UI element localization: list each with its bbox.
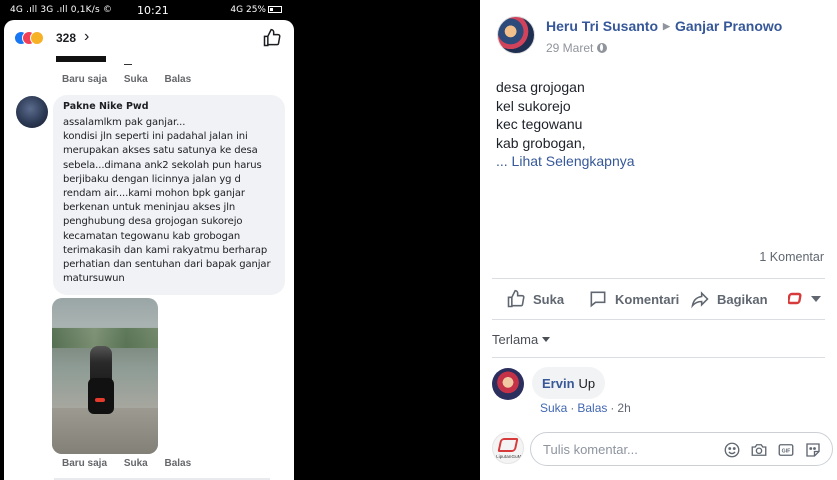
thumbs-up-icon[interactable]: [262, 28, 282, 48]
comment-button[interactable]: Komentari: [588, 280, 679, 318]
comment-author[interactable]: Pakne Nike Pwd: [63, 101, 275, 112]
svg-text:GIF: GIF: [782, 449, 792, 455]
like-link[interactable]: Suka: [124, 74, 148, 85]
phone-screenshot: 4G .ıll 3G .ıll 0,1K/s © 10:21 4G 25% 32…: [0, 0, 298, 480]
page-logo-icon: [788, 292, 802, 305]
divider: [492, 357, 825, 358]
reactions-bar[interactable]: 328 ›: [4, 20, 294, 56]
share-button[interactable]: Bagikan: [690, 280, 768, 318]
wow-reaction-icon: [30, 31, 44, 45]
comment-time: Baru saja: [62, 458, 108, 469]
separator: ·: [610, 401, 615, 415]
comment-time: Baru saja: [62, 74, 108, 85]
composer-icons: GIF: [723, 441, 822, 459]
camera-icon[interactable]: [750, 441, 768, 459]
page-avatar[interactable]: LiputanGuMl: [492, 432, 524, 464]
video-thumbnail[interactable]: [52, 298, 158, 454]
avatar[interactable]: [16, 96, 48, 128]
sticker-icon[interactable]: [804, 441, 822, 459]
avatar[interactable]: [497, 16, 535, 54]
post-line: desa grojogan: [496, 79, 585, 95]
comment-time[interactable]: 2h: [617, 401, 630, 415]
post-line: kec tegowanu: [496, 116, 583, 132]
comment-reply-link[interactable]: Balas: [577, 401, 607, 415]
comment-text: Up: [578, 375, 596, 391]
caret-down-icon: [542, 337, 551, 342]
video-motorbike: [88, 378, 114, 414]
arrow-right-icon: ▶: [663, 21, 670, 31]
avatar[interactable]: [492, 368, 524, 400]
reaction-count: 328: [56, 31, 77, 45]
divider: [124, 64, 132, 65]
previous-comment-fragment: [56, 56, 106, 62]
post-line: kel sukorejo: [496, 97, 571, 114]
sort-label: Terlama: [492, 332, 539, 347]
video-taillight: [95, 398, 105, 402]
comment-icon: [590, 291, 606, 308]
phone-status-bar: 4G .ıll 3G .ıll 0,1K/s © 10:21 4G 25%: [0, 0, 298, 20]
comment-label: Komentari: [615, 291, 680, 307]
comment-count-link[interactable]: 1 Komentar: [759, 250, 824, 264]
see-more-link[interactable]: ... Lihat Selengkapnya: [496, 152, 635, 171]
globe-icon[interactable]: [597, 43, 608, 53]
reply-link[interactable]: Balas: [165, 458, 192, 469]
author-link[interactable]: Heru Tri Susanto: [546, 18, 658, 34]
facebook-post: Heru Tri Susanto ▶ Ganjar Pranowo 29 Maret…: [480, 0, 837, 480]
video-flooded-road: [52, 408, 158, 454]
page-logo-icon: [497, 438, 519, 452]
divider: [492, 278, 825, 279]
previous-comment-meta: Baru saja Suka Balas: [62, 74, 205, 85]
phone-facebook-screen: 328 › Baru saja Suka Balas Pakne Nike Pw…: [4, 20, 294, 480]
like-label: Suka: [533, 291, 565, 307]
target-page-link[interactable]: Ganjar Pranowo: [675, 18, 782, 34]
video-trees: [52, 328, 158, 348]
share-label: Bagikan: [717, 291, 768, 307]
post-as-selector[interactable]: [788, 280, 828, 318]
post-date-link[interactable]: 29 Maret: [546, 41, 593, 55]
post-line: kab grobogan,: [496, 134, 586, 151]
like-link[interactable]: Suka: [124, 458, 148, 469]
page-logo-text: LiputanGuMl: [496, 454, 523, 459]
divider: [492, 319, 825, 320]
caret-down-icon: [811, 296, 821, 302]
post-body: desa grojogan kel sukorejo kec tegowanu …: [496, 78, 635, 171]
post-actions: Suka Komentari Bagikan: [492, 280, 825, 318]
reply-link[interactable]: Balas: [165, 74, 192, 85]
gif-icon[interactable]: GIF: [777, 441, 795, 459]
comment-sort-dropdown[interactable]: Terlama: [492, 332, 551, 347]
comment-placeholder: Tulis komentar...: [543, 442, 638, 457]
post-timestamp: 29 Maret: [546, 41, 608, 55]
separator: ·: [570, 401, 575, 415]
comment-bubble: Ervin Up: [532, 367, 606, 399]
share-icon: [691, 291, 709, 309]
battery-icon: [268, 6, 282, 13]
comment-text: assalamlkm pak ganjar... kondisi jln sep…: [63, 117, 271, 285]
battery-status: 4G 25%: [230, 5, 282, 15]
comment-bubble: Pakne Nike Pwd assalamlkm pak ganjar... …: [53, 95, 285, 295]
network-status: 4G .ıll 3G .ıll 0,1K/s ©: [10, 5, 113, 15]
comment-meta: Suka · Balas · 2h: [540, 401, 631, 415]
emoji-icon[interactable]: [723, 441, 741, 459]
comment-like-link[interactable]: Suka: [540, 401, 567, 415]
post-header: Heru Tri Susanto ▶ Ganjar Pranowo: [546, 18, 782, 34]
comment-author[interactable]: Ervin: [542, 376, 575, 391]
thumbs-up-icon: [507, 289, 525, 308]
clock: 10:21: [137, 4, 169, 17]
reaction-icons: [14, 31, 44, 45]
comment-input[interactable]: Tulis komentar... GIF: [530, 432, 833, 466]
battery-text: 4G 25%: [230, 5, 266, 15]
video-comment-meta: Baru saja Suka Balas: [62, 458, 205, 469]
like-button[interactable]: Suka: [506, 280, 564, 318]
chevron-right-icon[interactable]: ›: [84, 28, 89, 46]
